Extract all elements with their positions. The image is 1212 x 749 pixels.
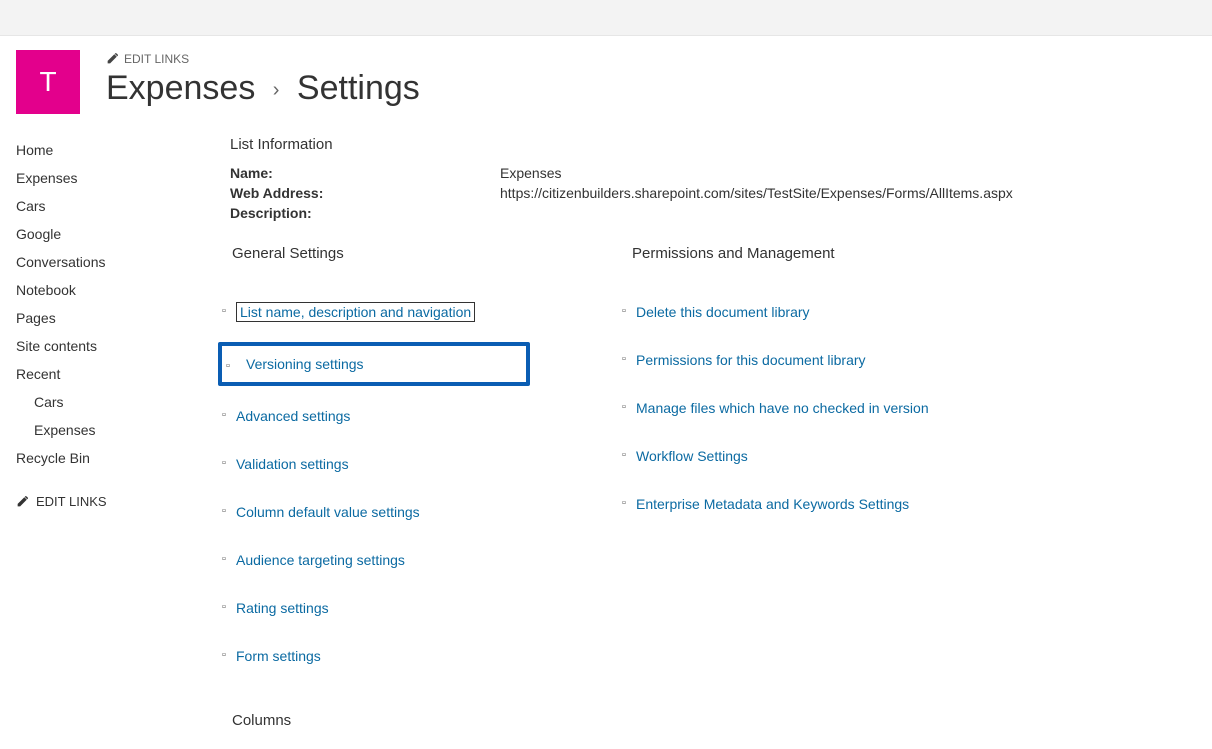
general-setting-item: Rating settings bbox=[230, 590, 490, 626]
edit-links-sidebar[interactable]: EDIT LINKS bbox=[16, 494, 206, 509]
sidebar-item-notebook: Notebook bbox=[16, 276, 206, 304]
site-logo[interactable]: T bbox=[16, 50, 80, 114]
edit-links-sidebar-label: EDIT LINKS bbox=[36, 494, 107, 509]
page-body: Home Expenses Cars Google Conversations Noteb… bbox=[16, 136, 1196, 729]
sidebar-item-home: Home bbox=[16, 136, 206, 164]
general-settings-column: General Settings List name, description … bbox=[230, 245, 490, 729]
permission-setting-item: Permissions for this document library bbox=[630, 342, 929, 378]
sidebar-item-cars: Cars bbox=[16, 192, 206, 220]
sidebar-item-google: Google bbox=[16, 220, 206, 248]
general-setting-item: List name, description and navigation bbox=[230, 294, 490, 330]
permissions-heading: Permissions and Management bbox=[630, 245, 929, 262]
sidebar-link-notebook[interactable]: Notebook bbox=[16, 282, 76, 298]
breadcrumb: Expenses › Settings bbox=[106, 70, 1196, 107]
general-setting-item: Versioning settings bbox=[218, 342, 530, 386]
list-information-heading: List Information bbox=[230, 136, 1196, 153]
description-value bbox=[500, 205, 1196, 221]
sidebar-item-pages: Pages bbox=[16, 304, 206, 332]
sidebar-link-conversations[interactable]: Conversations bbox=[16, 254, 106, 270]
sidebar-item-recycle-bin: Recycle Bin bbox=[16, 444, 206, 472]
permission-setting-link[interactable]: Permissions for this document library bbox=[636, 352, 866, 368]
permission-setting-item: Manage files which have no checked in ve… bbox=[630, 390, 929, 426]
permission-setting-link[interactable]: Enterprise Metadata and Keywords Setting… bbox=[636, 496, 909, 512]
chevron-right-icon: › bbox=[265, 79, 288, 101]
sidebar-link-recent-expenses[interactable]: Expenses bbox=[34, 422, 95, 438]
sidebar-link-recent-cars[interactable]: Cars bbox=[34, 394, 64, 410]
edit-links-top-label: EDIT LINKS bbox=[124, 52, 189, 66]
general-setting-link[interactable]: List name, description and navigation bbox=[236, 302, 475, 322]
site-logo-letter: T bbox=[39, 66, 56, 98]
general-setting-link[interactable]: Advanced settings bbox=[236, 408, 350, 424]
general-setting-link[interactable]: Versioning settings bbox=[228, 356, 364, 372]
permission-setting-link[interactable]: Manage files which have no checked in ve… bbox=[636, 400, 929, 416]
sidebar-item-recent: Recent bbox=[16, 360, 206, 388]
permissions-column: Permissions and Management Delete this d… bbox=[630, 245, 929, 729]
general-setting-item: Column default value settings bbox=[230, 494, 490, 530]
sidebar-link-google[interactable]: Google bbox=[16, 226, 61, 242]
breadcrumb-library[interactable]: Expenses bbox=[106, 69, 255, 107]
sidebar-item-site-contents: Site contents bbox=[16, 332, 206, 360]
general-setting-link[interactable]: Rating settings bbox=[236, 600, 329, 616]
general-setting-item: Audience targeting settings bbox=[230, 542, 490, 578]
list-information-grid: Name: Expenses Web Address: https://citi… bbox=[230, 165, 1196, 221]
page-container: T EDIT LINKS Expenses › Settings Home Exp… bbox=[0, 36, 1212, 749]
settings-columns: General Settings List name, description … bbox=[230, 245, 1196, 729]
sidebar-item-recent-cars: Cars bbox=[16, 388, 206, 416]
ribbon-bar bbox=[0, 0, 1212, 36]
sidebar-item-expenses: Expenses bbox=[16, 164, 206, 192]
sidebar-link-recycle-bin[interactable]: Recycle Bin bbox=[16, 450, 90, 466]
general-setting-link[interactable]: Audience targeting settings bbox=[236, 552, 405, 568]
sidebar-link-recent[interactable]: Recent bbox=[16, 366, 60, 382]
permission-setting-item: Workflow Settings bbox=[630, 438, 929, 474]
sidebar-item-conversations: Conversations bbox=[16, 248, 206, 276]
general-setting-link[interactable]: Validation settings bbox=[236, 456, 349, 472]
permission-setting-item: Enterprise Metadata and Keywords Setting… bbox=[630, 486, 929, 522]
sidebar-nav: Home Expenses Cars Google Conversations Noteb… bbox=[16, 136, 206, 729]
edit-links-top[interactable]: EDIT LINKS bbox=[106, 52, 189, 66]
sidebar-link-home[interactable]: Home bbox=[16, 142, 53, 158]
breadcrumb-page: Settings bbox=[297, 69, 420, 107]
description-label: Description: bbox=[230, 205, 500, 221]
sidebar-link-pages[interactable]: Pages bbox=[16, 310, 56, 326]
main-content: List Information Name: Expenses Web Addr… bbox=[206, 136, 1196, 729]
permission-setting-link[interactable]: Workflow Settings bbox=[636, 448, 748, 464]
permission-setting-link[interactable]: Delete this document library bbox=[636, 304, 810, 320]
general-setting-item: Advanced settings bbox=[230, 398, 490, 434]
web-address-value: https://citizenbuilders.sharepoint.com/s… bbox=[500, 185, 1196, 201]
permission-setting-item: Delete this document library bbox=[630, 294, 929, 330]
columns-heading: Columns bbox=[230, 712, 490, 729]
sidebar-link-cars[interactable]: Cars bbox=[16, 198, 46, 214]
general-setting-link[interactable]: Form settings bbox=[236, 648, 321, 664]
web-address-label: Web Address: bbox=[230, 185, 500, 201]
sidebar-item-recent-expenses: Expenses bbox=[16, 416, 206, 444]
general-setting-item: Form settings bbox=[230, 638, 490, 674]
list-name-label: Name: bbox=[230, 165, 500, 181]
general-setting-item: Validation settings bbox=[230, 446, 490, 482]
page-header: T EDIT LINKS Expenses › Settings bbox=[16, 50, 1196, 114]
general-setting-link[interactable]: Column default value settings bbox=[236, 504, 420, 520]
header-main: EDIT LINKS Expenses › Settings bbox=[106, 50, 1196, 107]
pencil-icon bbox=[106, 53, 118, 65]
pencil-icon bbox=[16, 496, 28, 508]
sidebar-link-expenses[interactable]: Expenses bbox=[16, 170, 77, 186]
list-name-value: Expenses bbox=[500, 165, 1196, 181]
sidebar-link-site-contents[interactable]: Site contents bbox=[16, 338, 97, 354]
general-settings-heading: General Settings bbox=[230, 245, 490, 262]
